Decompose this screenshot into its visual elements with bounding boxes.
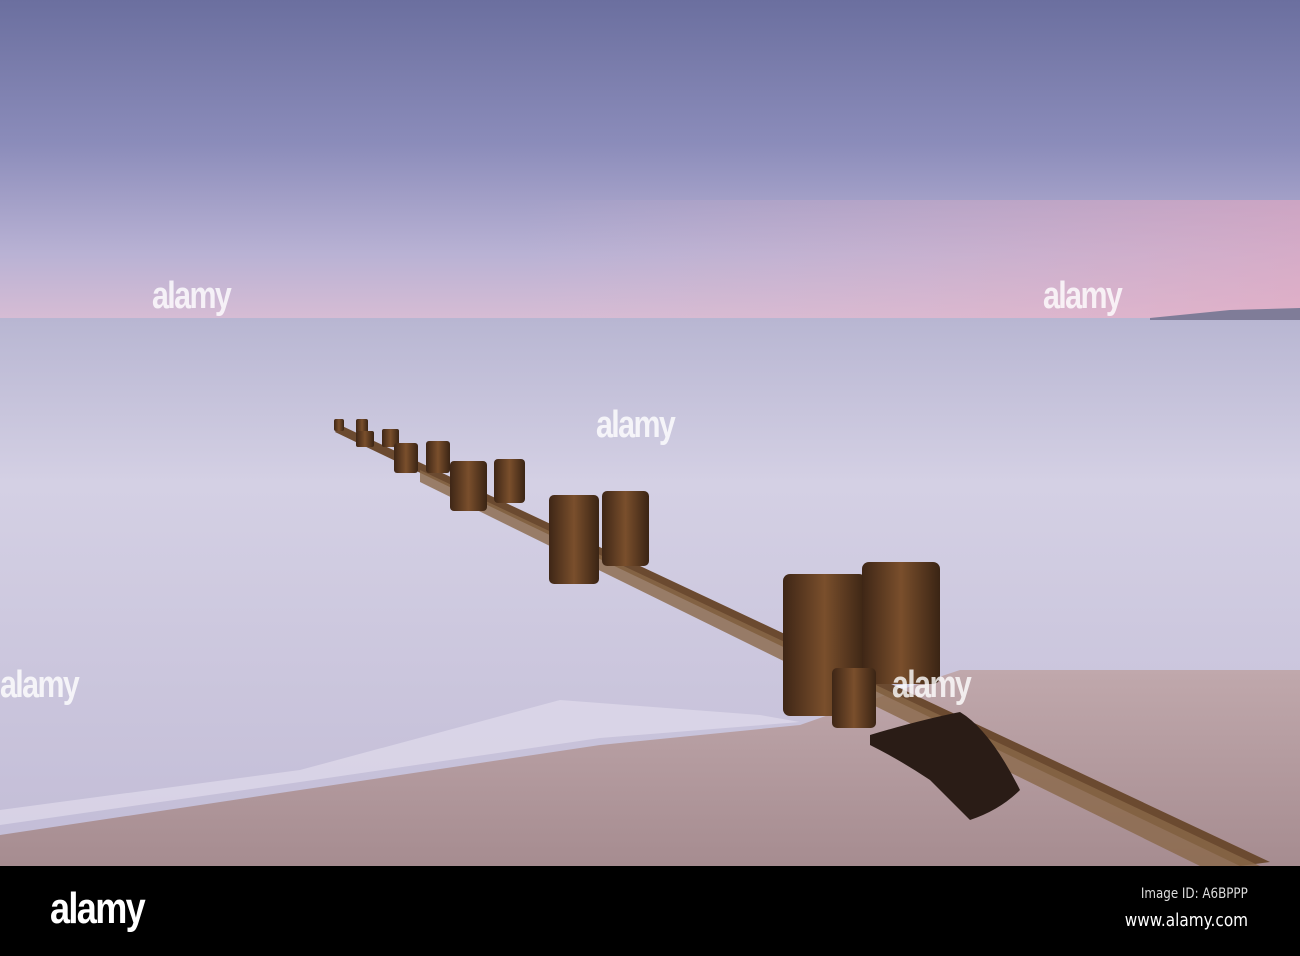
post (549, 495, 599, 584)
post (602, 491, 649, 566)
post (494, 459, 525, 503)
post (450, 461, 487, 511)
photo-frame: alamy alamy alamy alamy alamy alamy Imag… (0, 0, 1300, 956)
watermark: alamy (892, 664, 972, 706)
post (832, 668, 876, 728)
post (334, 419, 344, 431)
footer-bar: alamy Image ID: A6BPPP www.alamy.com (0, 866, 1300, 956)
watermark: alamy (596, 404, 676, 446)
post (356, 419, 368, 433)
watermark: alamy (0, 664, 80, 706)
watermark: alamy (152, 275, 232, 317)
image-id: Image ID: A6BPPP (1141, 886, 1248, 902)
post (356, 431, 374, 447)
post (426, 441, 450, 473)
site-url: www.alamy.com (1124, 910, 1248, 931)
post (394, 443, 418, 473)
watermark: alamy (1043, 275, 1123, 317)
alamy-logo: alamy (50, 884, 146, 933)
